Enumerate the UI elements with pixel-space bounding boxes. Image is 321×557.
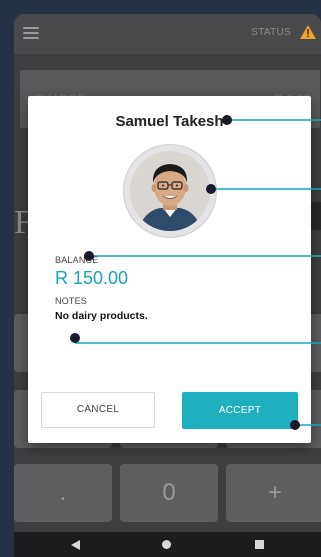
system-nav-bar — [14, 532, 321, 557]
notes-value: No dairy products. — [55, 310, 148, 322]
warning-triangle-icon[interactable] — [299, 24, 317, 40]
keypad-key-zero[interactable]: 0 — [120, 464, 218, 522]
hamburger-menu-icon[interactable] — [23, 27, 39, 39]
balance-value: R 150.00 — [55, 268, 129, 288]
side-button — [311, 202, 321, 230]
device-frame: STATUS CHARGE R 0.00 F . 0 + — [0, 0, 321, 557]
app-bar: STATUS — [14, 14, 321, 54]
notes-label: NOTES — [55, 296, 88, 306]
customer-dialog: Samuel Takesh BALANCE R 150.00 NOTES No … — [28, 96, 311, 443]
cancel-button[interactable]: CANCEL — [41, 392, 155, 428]
recent-square-icon[interactable] — [255, 540, 264, 549]
balance-label: BALANCE — [55, 255, 99, 265]
back-triangle-icon[interactable] — [71, 540, 80, 550]
avatar — [123, 144, 217, 238]
customer-name: Samuel Takesh — [115, 113, 224, 130]
customer-photo — [130, 151, 210, 231]
accept-button[interactable]: ACCEPT — [182, 392, 298, 429]
keypad-key-decimal[interactable]: . — [14, 464, 112, 522]
status-label[interactable]: STATUS — [251, 27, 291, 38]
keypad-key-plus[interactable]: + — [226, 464, 321, 522]
home-circle-icon[interactable] — [162, 540, 171, 549]
